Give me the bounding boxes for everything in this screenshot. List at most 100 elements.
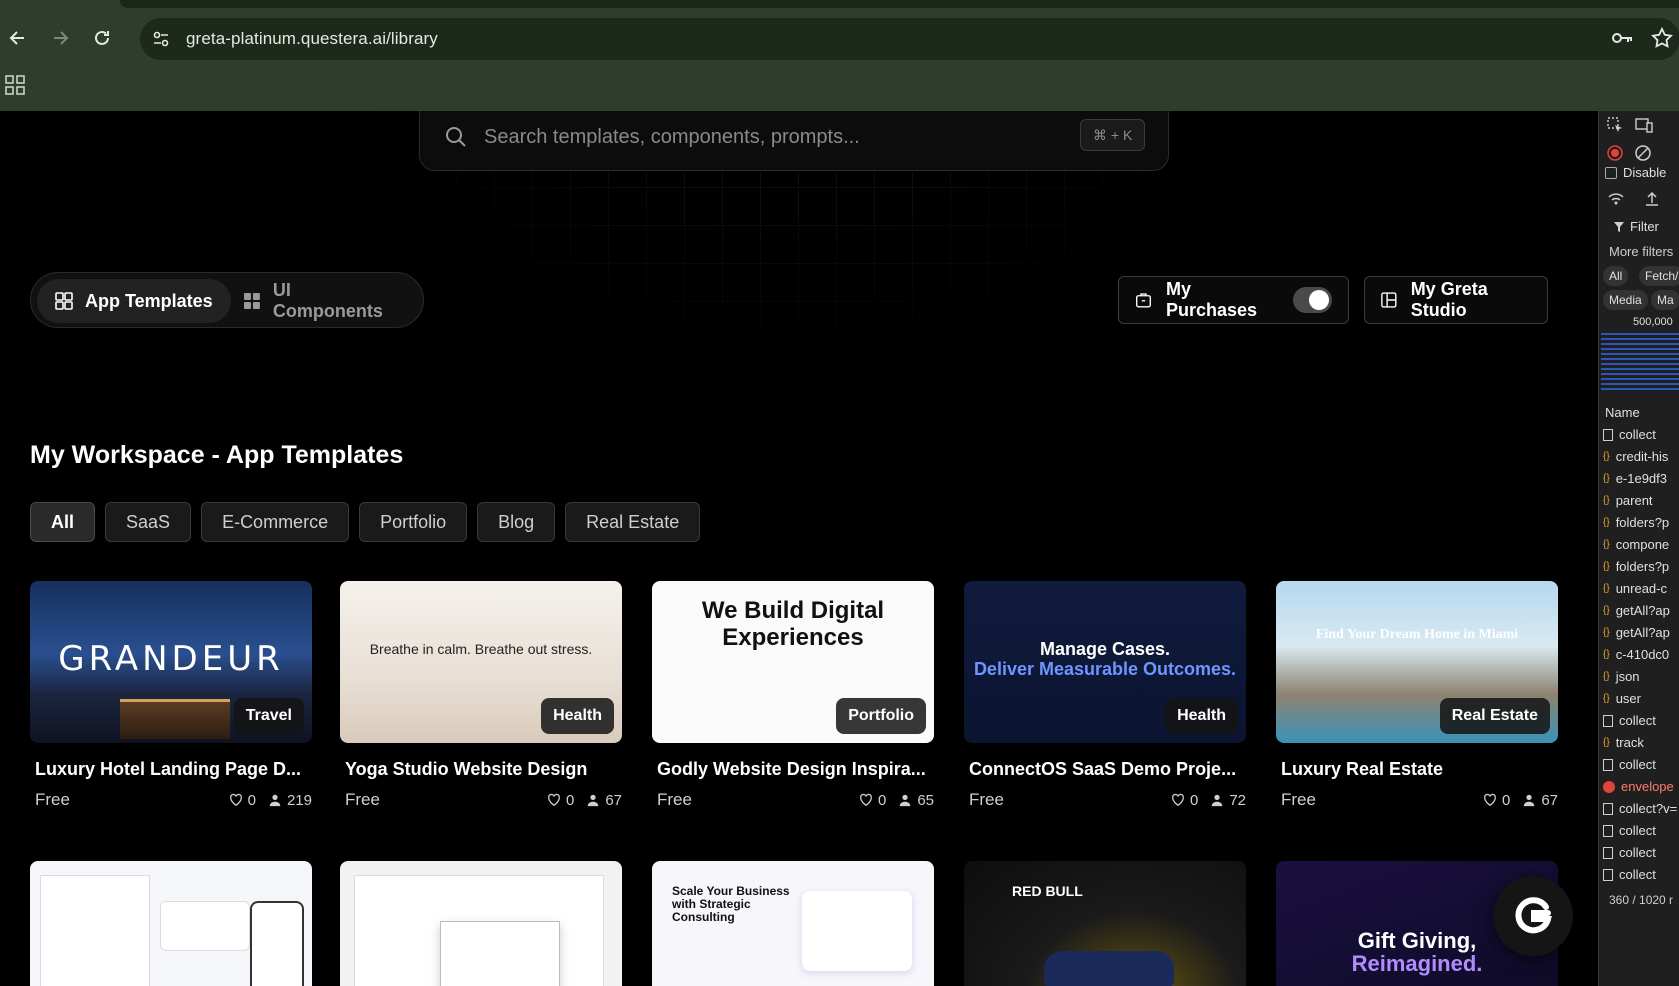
document-icon bbox=[1603, 846, 1613, 859]
search-input[interactable] bbox=[484, 120, 1044, 154]
request-row[interactable]: collect bbox=[1603, 427, 1656, 442]
my-greta-studio-button[interactable]: My Greta Studio bbox=[1364, 276, 1548, 324]
template-title[interactable]: ConnectOS SaaS Demo Proje... bbox=[964, 759, 1246, 780]
filter-e-commerce[interactable]: E-Commerce bbox=[201, 502, 350, 542]
request-row[interactable]: {} getAll?ap bbox=[1603, 625, 1670, 640]
template-card[interactable]: Breathe in calm. Breathe out stress. Hea… bbox=[340, 581, 622, 810]
forward-button[interactable] bbox=[46, 24, 74, 52]
document-icon bbox=[1603, 824, 1613, 837]
upload-icon[interactable] bbox=[1645, 191, 1659, 207]
back-button[interactable] bbox=[4, 24, 32, 52]
request-row[interactable]: {} getAll?ap bbox=[1603, 603, 1670, 618]
filter-real-estate[interactable]: Real Estate bbox=[565, 502, 701, 542]
request-row[interactable]: {} c-410dc0 bbox=[1603, 647, 1669, 662]
request-row[interactable]: {} user bbox=[1603, 691, 1641, 706]
request-row[interactable]: collect bbox=[1603, 845, 1656, 860]
record-icon[interactable] bbox=[1607, 145, 1623, 161]
template-thumbnail[interactable]: Manage Cases. Deliver Measurable Outcome… bbox=[964, 581, 1246, 743]
category-filters: All SaaS E-Commerce Portfolio Blog Real … bbox=[30, 502, 701, 542]
template-thumbnail[interactable]: Scale Your Business with Strategic Consu… bbox=[652, 861, 934, 986]
template-thumbnail[interactable]: Find Your Dream Home in Miami Real Estat… bbox=[1276, 581, 1558, 743]
template-card[interactable] bbox=[30, 861, 312, 986]
request-row[interactable]: {} folders?p bbox=[1603, 559, 1669, 574]
template-card[interactable]: RED BULL bbox=[964, 861, 1246, 986]
template-card[interactable]: Scale Your Business with Strategic Consu… bbox=[652, 861, 934, 986]
likes-stat[interactable]: 0 bbox=[1483, 792, 1510, 809]
key-icon[interactable] bbox=[1610, 26, 1634, 50]
clear-icon[interactable] bbox=[1635, 145, 1651, 161]
apps-grid-icon[interactable] bbox=[4, 74, 26, 96]
request-name: c-410dc0 bbox=[1615, 647, 1670, 662]
likes-stat[interactable]: 0 bbox=[229, 792, 256, 809]
reload-button[interactable] bbox=[88, 24, 116, 52]
more-filters[interactable]: More filters bbox=[1609, 244, 1673, 259]
likes-stat[interactable]: 0 bbox=[1171, 792, 1198, 809]
request-row[interactable]: {} credit-his bbox=[1603, 449, 1668, 464]
template-thumbnail[interactable]: GRANDEUR Travel bbox=[30, 581, 312, 743]
purchases-label: My Purchases bbox=[1166, 279, 1258, 320]
filter-portfolio[interactable]: Portfolio bbox=[359, 502, 468, 542]
template-card[interactable]: Find Your Dream Home in Miami Real Estat… bbox=[1276, 581, 1558, 810]
template-card[interactable]: We Build Digital Experiences Portfolio G… bbox=[652, 581, 934, 810]
disable-cache-label: Disable bbox=[1623, 165, 1667, 180]
wifi-icon[interactable] bbox=[1607, 191, 1625, 207]
tab-app-templates[interactable]: App Templates bbox=[37, 279, 231, 323]
address-bar[interactable]: greta-platinum.questera.ai/library bbox=[140, 18, 1679, 60]
chip-all[interactable]: All bbox=[1603, 266, 1629, 286]
chip-manifest[interactable]: Ma bbox=[1651, 290, 1679, 310]
request-row[interactable]: envelope bbox=[1603, 779, 1674, 794]
shortcut-hint: ⌘ + K bbox=[1080, 119, 1146, 151]
request-row[interactable]: {} e-1e9df3 bbox=[1603, 471, 1667, 486]
chip-media[interactable]: Media bbox=[1603, 290, 1648, 310]
request-row[interactable]: collect bbox=[1603, 823, 1656, 838]
template-thumbnail[interactable]: We Build Digital Experiences Portfolio bbox=[652, 581, 934, 743]
template-title[interactable]: Luxury Real Estate bbox=[1276, 759, 1558, 780]
disable-cache-row[interactable]: Disable bbox=[1605, 165, 1666, 180]
site-settings-icon[interactable] bbox=[150, 28, 172, 50]
request-row[interactable]: {} json bbox=[1603, 669, 1640, 684]
document-icon bbox=[1603, 802, 1613, 815]
template-thumbnail[interactable] bbox=[30, 861, 312, 986]
template-card[interactable] bbox=[340, 861, 622, 986]
request-row[interactable]: collect bbox=[1603, 713, 1656, 728]
device-toolbar-icon[interactable] bbox=[1635, 117, 1653, 133]
inspect-icon[interactable] bbox=[1607, 117, 1623, 133]
filter-all[interactable]: All bbox=[30, 502, 96, 542]
disable-cache-checkbox[interactable] bbox=[1605, 166, 1617, 179]
template-card[interactable]: Manage Cases. Deliver Measurable Outcome… bbox=[964, 581, 1246, 810]
tab-ui-components[interactable]: UI Components bbox=[225, 279, 423, 323]
likes-stat[interactable]: 0 bbox=[547, 792, 574, 809]
template-thumbnail[interactable]: RED BULL bbox=[964, 861, 1246, 986]
template-title[interactable]: Godly Website Design Inspira... bbox=[652, 759, 934, 780]
template-title[interactable]: Yoga Studio Website Design bbox=[340, 759, 622, 780]
error-icon bbox=[1603, 780, 1615, 793]
url-text[interactable]: greta-platinum.questera.ai/library bbox=[186, 29, 438, 49]
request-row[interactable]: {} track bbox=[1603, 735, 1644, 750]
template-card[interactable]: GRANDEUR Travel Luxury Hotel Landing Pag… bbox=[30, 581, 312, 810]
request-row[interactable]: collect?v= bbox=[1603, 801, 1677, 816]
request-name: getAll?ap bbox=[1615, 625, 1670, 640]
request-row[interactable]: collect bbox=[1603, 757, 1656, 772]
request-row[interactable]: collect bbox=[1603, 867, 1656, 882]
request-row[interactable]: {} parent bbox=[1603, 493, 1653, 508]
search-icon bbox=[446, 127, 466, 147]
filter-saas[interactable]: SaaS bbox=[105, 502, 192, 542]
request-row[interactable]: {} compone bbox=[1603, 537, 1669, 552]
headline-line-2: Reimagined. bbox=[1351, 951, 1483, 976]
filter-row[interactable]: Filter bbox=[1613, 219, 1659, 234]
my-purchases-button[interactable]: My Purchases bbox=[1118, 276, 1349, 324]
name-column-header[interactable]: Name bbox=[1605, 405, 1640, 420]
bookmark-star-icon[interactable] bbox=[1650, 26, 1674, 50]
request-row[interactable]: {} unread-c bbox=[1603, 581, 1667, 596]
template-title[interactable]: Luxury Hotel Landing Page D... bbox=[30, 759, 312, 780]
filter-blog[interactable]: Blog bbox=[477, 502, 556, 542]
document-icon bbox=[1603, 868, 1613, 881]
likes-stat[interactable]: 0 bbox=[859, 792, 886, 809]
chip-fetch[interactable]: Fetch/ bbox=[1639, 266, 1679, 286]
template-thumbnail[interactable] bbox=[340, 861, 622, 986]
greta-assistant-button[interactable] bbox=[1493, 876, 1573, 956]
search-bar[interactable]: ⌘ + K bbox=[419, 111, 1169, 171]
request-row[interactable]: {} folders?p bbox=[1603, 515, 1669, 530]
template-thumbnail[interactable]: Breathe in calm. Breathe out stress. Hea… bbox=[340, 581, 622, 743]
purchases-toggle[interactable] bbox=[1292, 287, 1332, 313]
